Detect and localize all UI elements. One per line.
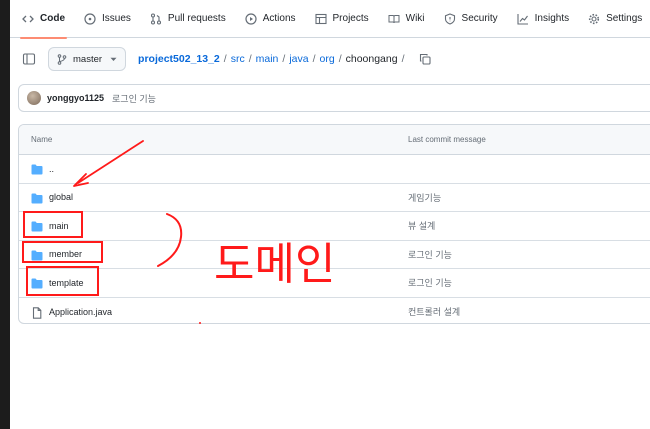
breadcrumb-separator: /: [312, 53, 316, 65]
row-name[interactable]: main: [49, 221, 69, 231]
row-commit-message[interactable]: 게임기능: [408, 191, 441, 204]
branch-name: master: [73, 53, 103, 65]
folder-icon: [31, 164, 43, 175]
branch-icon: [57, 53, 67, 65]
folder-icon: [31, 193, 43, 204]
breadcrumb: project502_13_2 / src / main / java / or…: [138, 53, 431, 65]
row-commit-message[interactable]: 로그인 기능: [408, 276, 452, 289]
breadcrumb-current: choongang: [345, 53, 398, 65]
folder-icon: [31, 250, 43, 261]
graph-icon: [517, 13, 529, 25]
tab-code[interactable]: Code: [20, 0, 67, 39]
sidebar-toggle-icon[interactable]: [22, 52, 36, 66]
breadcrumb-link-main[interactable]: main: [256, 53, 279, 65]
tab-label: Settings: [606, 13, 643, 24]
tab-label: Security: [461, 13, 498, 24]
avatar[interactable]: [27, 91, 41, 105]
row-name[interactable]: Application.java: [49, 307, 112, 317]
table-row[interactable]: ..: [19, 155, 650, 184]
row-name[interactable]: global: [49, 192, 73, 202]
tab-label: Wiki: [405, 13, 425, 24]
copy-path-icon[interactable]: [419, 53, 431, 65]
breadcrumb-separator: /: [338, 53, 342, 65]
table-row[interactable]: Application.java 컨트롤러 설계: [19, 298, 650, 324]
folder-icon: [31, 278, 43, 289]
row-name[interactable]: template: [49, 278, 84, 288]
file-table: Name Last commit message .. global 게임기능 …: [18, 124, 650, 324]
tab-security[interactable]: Security: [444, 0, 498, 38]
breadcrumb-trailing-separator: /: [401, 53, 405, 65]
file-path-bar: master project502_13_2 / src / main / ja…: [10, 38, 650, 80]
column-header-name: Name: [31, 135, 53, 144]
tab-issues[interactable]: Issues: [84, 0, 131, 38]
commit-author[interactable]: yonggyo1125: [47, 93, 104, 103]
window-edge: [0, 0, 10, 429]
play-icon: [245, 12, 257, 25]
row-commit-message[interactable]: 로그인 기능: [408, 248, 452, 261]
shield-icon: [444, 12, 456, 25]
row-commit-message[interactable]: 뷰 설계: [408, 219, 435, 232]
tab-pull-requests[interactable]: Pull requests: [150, 0, 226, 38]
breadcrumb-link-org[interactable]: org: [320, 53, 335, 65]
tab-label: Issues: [102, 13, 131, 24]
tab-projects[interactable]: Projects: [314, 0, 369, 38]
caret-down-icon: [110, 57, 117, 62]
table-header: Name Last commit message: [19, 125, 650, 155]
row-name[interactable]: ..: [49, 164, 54, 174]
code-icon: [22, 13, 34, 25]
breadcrumb-separator: /: [223, 53, 227, 65]
table-row[interactable]: template 로그인 기능: [19, 269, 650, 298]
branch-selector-button[interactable]: master: [48, 47, 127, 71]
breadcrumb-link-src[interactable]: src: [231, 53, 245, 65]
tab-label: Projects: [332, 13, 369, 24]
tab-settings[interactable]: Settings: [588, 0, 642, 38]
row-name[interactable]: member: [49, 249, 82, 259]
tab-label: Code: [40, 13, 65, 24]
issue-icon: [84, 12, 96, 25]
table-row[interactable]: member 로그인 기능: [19, 241, 650, 269]
breadcrumb-link-java[interactable]: java: [289, 53, 308, 65]
latest-commit-bar: yonggyo1125 로그인 기능: [18, 84, 650, 112]
folder-icon: [31, 221, 43, 232]
repo-nav: Code Issues Pull requests Actions Projec…: [10, 0, 650, 39]
book-icon: [388, 13, 400, 25]
tab-label: Pull requests: [167, 13, 226, 24]
tab-wiki[interactable]: Wiki: [388, 0, 425, 38]
pull-request-icon: [150, 12, 162, 25]
gear-icon: [588, 13, 600, 25]
tab-insights[interactable]: Insights: [517, 0, 569, 38]
row-commit-message[interactable]: 컨트롤러 설계: [408, 305, 460, 318]
tab-actions[interactable]: Actions: [245, 0, 296, 38]
tab-label: Insights: [534, 13, 570, 24]
commit-message[interactable]: 로그인 기능: [112, 92, 156, 105]
column-header-last-commit: Last commit message: [408, 135, 486, 144]
breadcrumb-separator: /: [282, 53, 286, 65]
breadcrumb-separator: /: [248, 53, 252, 65]
table-row[interactable]: main 뷰 설계: [19, 212, 650, 241]
tab-label: Actions: [262, 13, 296, 24]
breadcrumb-repo-link[interactable]: project502_13_2: [138, 53, 220, 65]
table-row[interactable]: global 게임기능: [19, 184, 650, 212]
table-icon: [314, 13, 327, 25]
file-icon: [31, 306, 43, 319]
